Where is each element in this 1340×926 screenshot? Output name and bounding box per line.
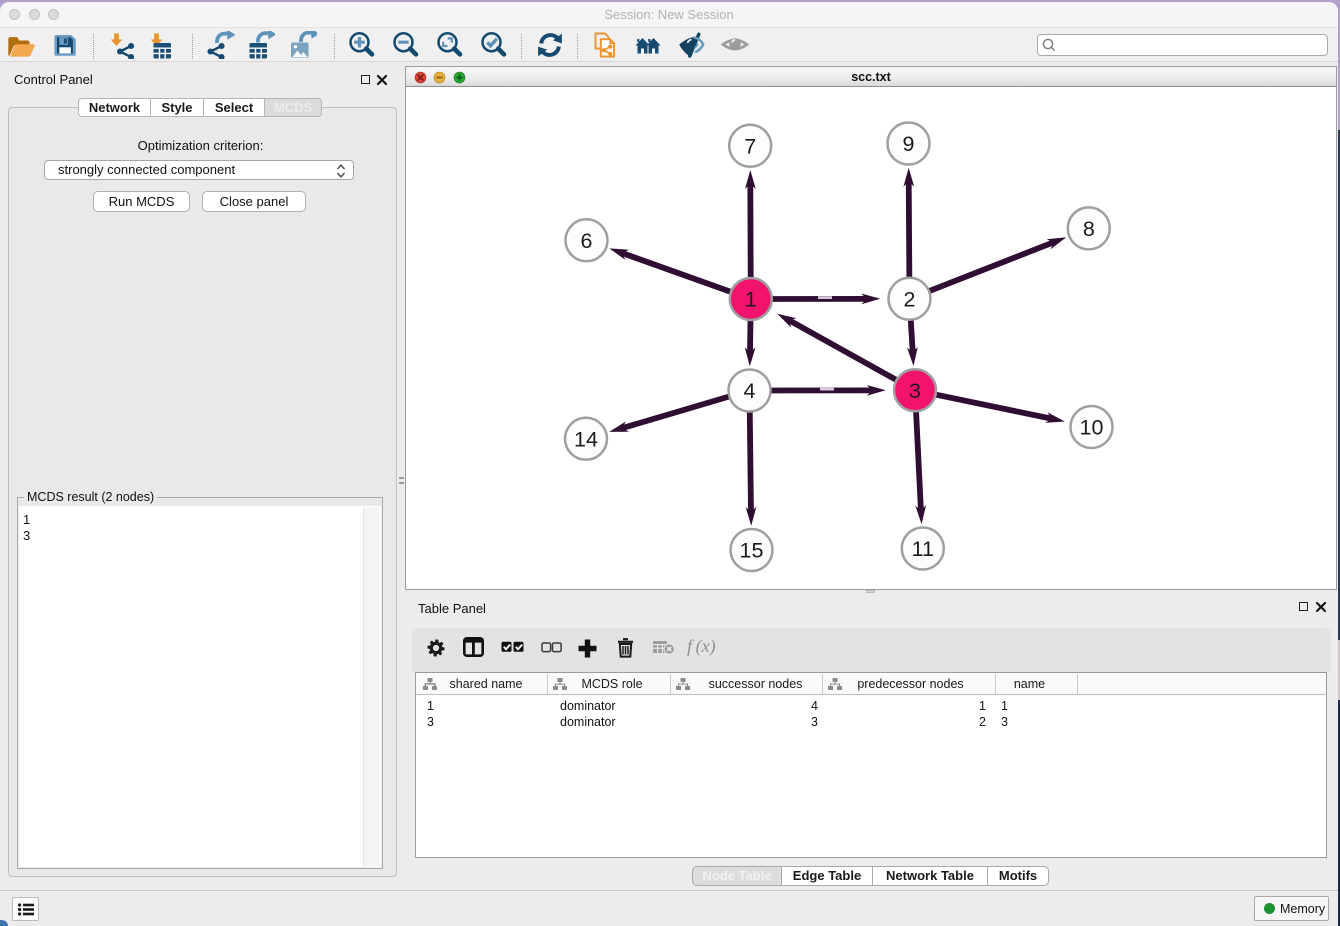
svg-text:4: 4 [744, 379, 756, 403]
svg-text:8: 8 [1083, 217, 1095, 241]
svg-text:9: 9 [903, 132, 915, 156]
svg-text:10: 10 [1080, 416, 1104, 440]
svg-text:14: 14 [574, 427, 598, 451]
svg-text:6: 6 [581, 229, 593, 253]
svg-text:1: 1 [745, 288, 757, 312]
svg-text:3: 3 [909, 379, 921, 403]
svg-text:11: 11 [912, 537, 934, 561]
svg-text:15: 15 [740, 539, 764, 563]
svg-text:7: 7 [744, 134, 756, 158]
svg-text:2: 2 [904, 287, 916, 311]
